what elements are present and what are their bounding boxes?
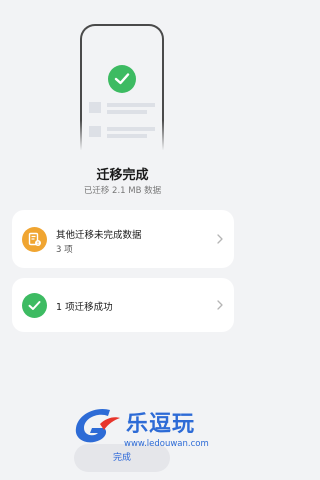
illustration-line [107,127,155,131]
illustration-line [107,110,147,114]
migration-summary: 已迁移 2.1 MB 数据 [83,186,162,196]
check-icon [22,293,47,318]
chevron-right-icon [217,300,223,310]
migration-success-card[interactable]: 1 项迁移成功 [12,278,234,332]
illustration-line [107,134,147,138]
watermark-logo-icon [75,408,120,443]
page-title: 迁移完成 [96,168,149,183]
incomplete-data-title: 其他迁移未完成数据 [56,230,142,241]
document-warning-icon [22,227,47,252]
watermark-brand: 乐逗玩 [126,412,196,437]
success-check-icon [108,65,136,93]
incomplete-data-count: 3 项 [56,245,73,255]
illustration-thumbnail [89,102,101,113]
illustration-thumbnail [89,126,101,137]
illustration-line [107,103,155,107]
incomplete-data-card[interactable]: 其他迁移未完成数据 3 项 [12,210,234,268]
chevron-right-icon [217,234,223,244]
watermark-url: www.ledouwan.com [124,439,209,449]
watermark: 乐逗玩 www.ledouwan.com [70,402,240,462]
migration-success-title: 1 项迁移成功 [56,302,113,313]
